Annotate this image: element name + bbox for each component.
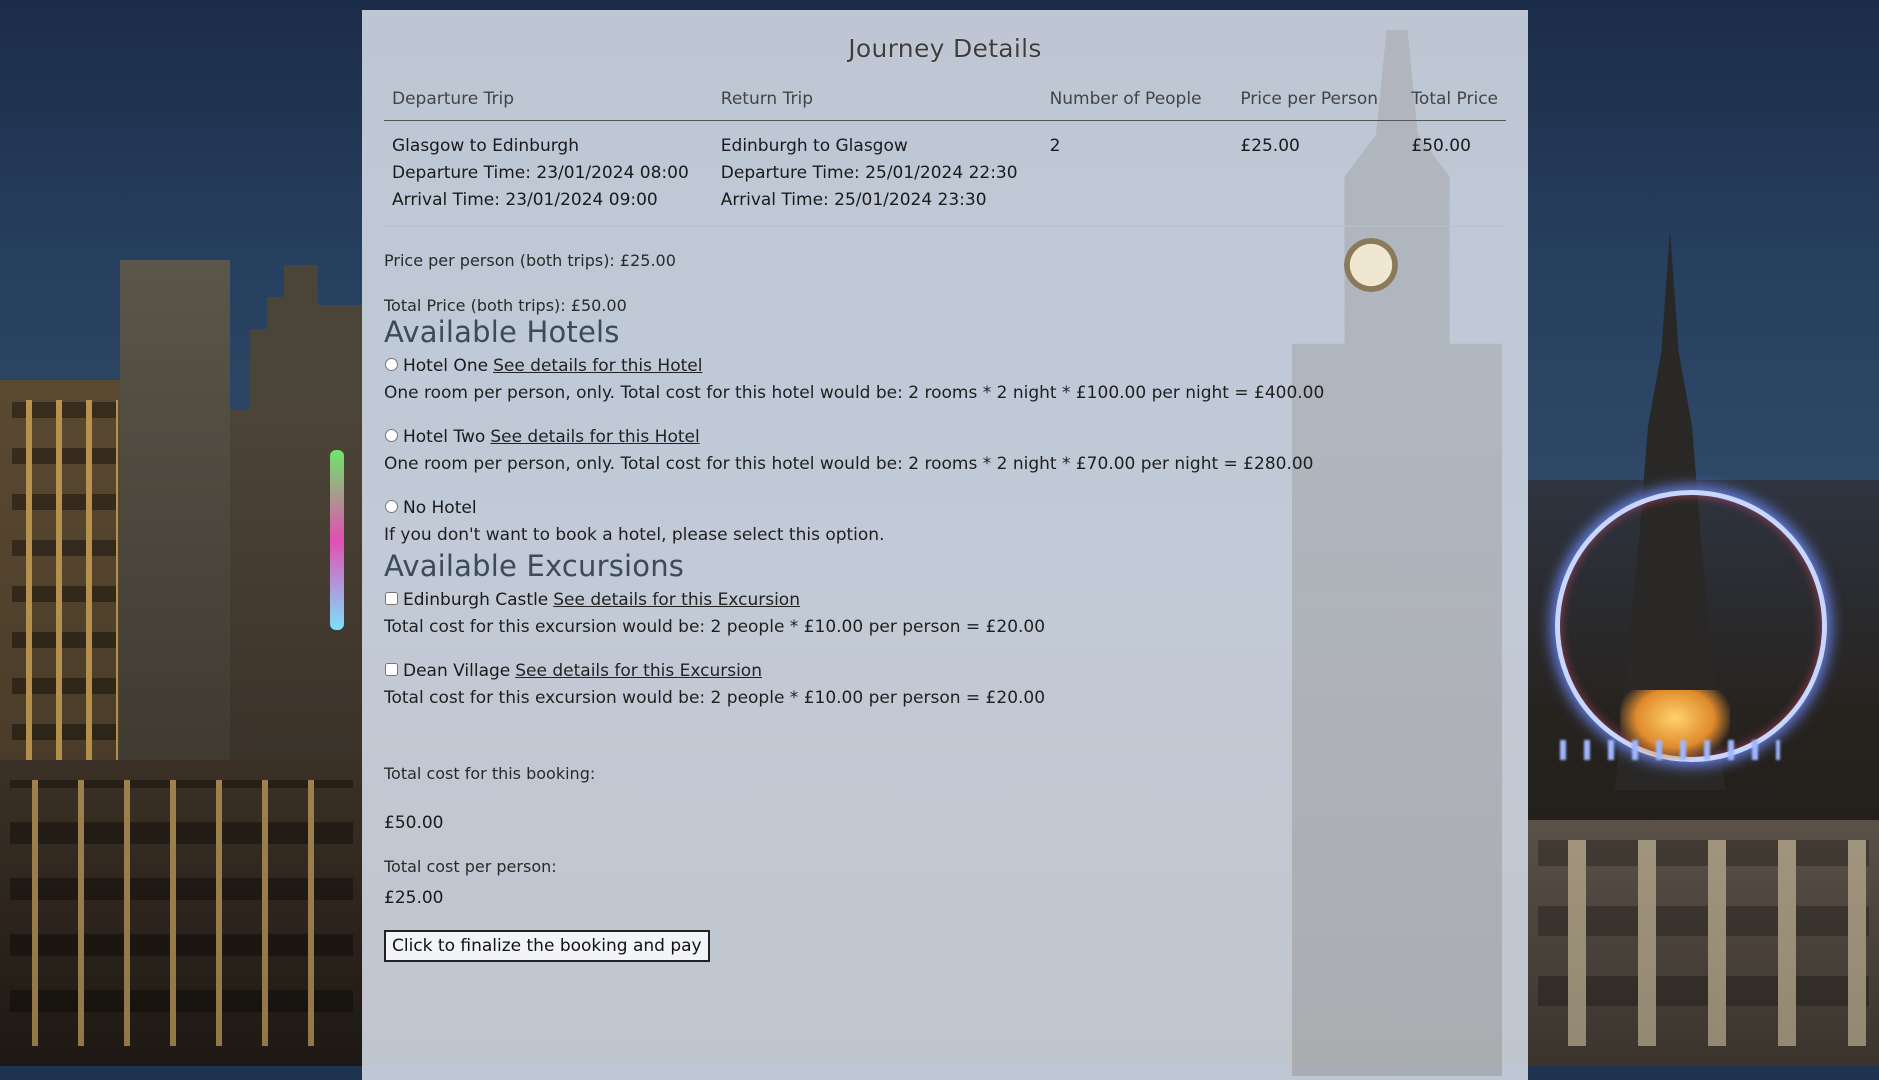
hotel-one-cost: One room per person, only. Total cost fo… [384, 383, 1325, 403]
edinburgh-castle-checkbox[interactable] [385, 592, 398, 605]
finalize-booking-button[interactable]: Click to finalize the booking and pay [384, 930, 710, 962]
excursion-option-dean-village: Dean Village See details for this Excurs… [384, 658, 1506, 712]
table-row: Glasgow to Edinburgh Departure Time: 23/… [384, 120, 1506, 227]
number-of-people-cell: 2 [1041, 120, 1233, 227]
hotel-option-hotel-one: Hotel One See details for this Hotel One… [384, 353, 1506, 407]
total-price-cell: £50.00 [1403, 120, 1506, 227]
price-per-person-cell: £25.00 [1232, 120, 1404, 227]
building-left-lower [0, 760, 363, 1066]
header-return-trip: Return Trip [712, 81, 1042, 121]
panel-content: Journey Details Departure Trip Return Tr… [384, 10, 1506, 962]
departure-trip-cell: Glasgow to Edinburgh Departure Time: 23/… [384, 120, 713, 227]
edinburgh-castle-name: Edinburgh Castle [403, 590, 549, 610]
page-title: Journey Details [848, 34, 1042, 63]
edinburgh-castle-cost: Total cost for this excursion would be: … [384, 617, 1046, 637]
hotel-two-radio[interactable] [385, 429, 398, 442]
excursions-heading: Available Excursions [384, 549, 685, 583]
no-hotel-note: If you don't want to book a hotel, pleas… [384, 525, 885, 545]
dean-village-details-link[interactable]: See details for this Excursion [515, 658, 762, 685]
booking-panel: Journey Details Departure Trip Return Tr… [362, 10, 1528, 1080]
hotel-option-no-hotel: No Hotel If you don't want to book a hot… [384, 495, 1506, 549]
summary-total-price: Total Price (both trips): £50.00 [384, 296, 627, 315]
hotel-one-name: Hotel One [403, 356, 489, 376]
totals-section: Total cost for this booking: £50.00 Tota… [384, 764, 1506, 908]
departure-route: Glasgow to Edinburgh [392, 136, 579, 156]
hotel-option-hotel-two: Hotel Two See details for this Hotel One… [384, 424, 1506, 478]
departure-time: Departure Time: 23/01/2024 08:00 [392, 163, 689, 183]
excursion-option-edinburgh-castle: Edinburgh Castle See details for this Ex… [384, 587, 1506, 641]
hotels-heading: Available Hotels [384, 315, 620, 349]
hotel-one-details-link[interactable]: See details for this Hotel [493, 353, 702, 380]
booking-total-label: Total cost for this booking: [384, 764, 596, 783]
return-time: Departure Time: 25/01/2024 22:30 [720, 163, 1018, 183]
header-number-of-people: Number of People [1041, 81, 1233, 121]
no-hotel-radio[interactable] [385, 500, 398, 513]
return-route: Edinburgh to Glasgow [720, 136, 908, 156]
dean-village-cost: Total cost for this excursion would be: … [384, 688, 1046, 708]
booking-total-value: £50.00 [384, 813, 444, 833]
hotel-one-radio[interactable] [385, 358, 398, 371]
header-departure-trip: Departure Trip [384, 81, 713, 121]
hotel-two-cost: One room per person, only. Total cost fo… [384, 454, 1314, 474]
dean-village-name: Dean Village [403, 661, 511, 681]
journey-table-header: Departure Trip Return Trip Number of Peo… [384, 81, 1506, 121]
street-lights [1560, 740, 1780, 760]
summary-price-per-person: Price per person (both trips): £25.00 [384, 251, 676, 270]
return-arrival-time: Arrival Time: 25/01/2024 23:30 [720, 190, 987, 210]
journey-table: Departure Trip Return Trip Number of Peo… [384, 81, 1506, 227]
return-trip-cell: Edinburgh to Glasgow Departure Time: 25/… [712, 120, 1042, 227]
hotel-two-details-link[interactable]: See details for this Hotel [490, 424, 699, 451]
dean-village-checkbox[interactable] [385, 663, 398, 676]
hotel-two-name: Hotel Two [403, 427, 486, 447]
per-person-total-label: Total cost per person: [384, 857, 557, 876]
no-hotel-name: No Hotel [403, 498, 477, 518]
header-price-per-person: Price per Person [1232, 81, 1404, 121]
header-total-price: Total Price [1403, 81, 1506, 121]
departure-arrival-time: Arrival Time: 23/01/2024 09:00 [392, 190, 658, 210]
edinburgh-castle-details-link[interactable]: See details for this Excursion [553, 587, 800, 614]
building-right-lower [1528, 820, 1879, 1066]
per-person-total-value: £25.00 [384, 888, 444, 908]
